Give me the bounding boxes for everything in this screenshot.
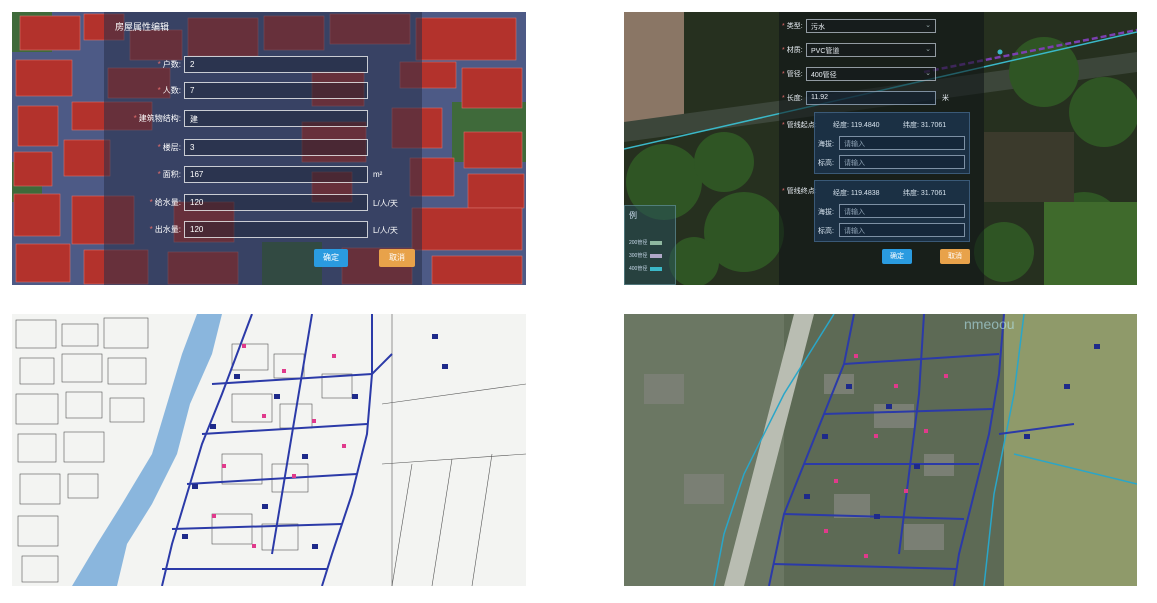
end-point-box: 经度: 119.4838 纬度: 31.7061 海拔: 请输入 标高: 请输入 bbox=[814, 180, 970, 242]
field-households: * 户数: 2 bbox=[12, 56, 526, 74]
legend-title: 例 bbox=[629, 211, 637, 220]
area-input[interactable]: 167 bbox=[184, 166, 368, 183]
water-output-input[interactable]: 120 bbox=[184, 221, 368, 238]
start-point-box: 经度: 119.4840 纬度: 31.7061 海拔: 请输入 标高: 请输入 bbox=[814, 112, 970, 174]
floors-input[interactable]: 3 bbox=[184, 139, 368, 156]
material-label: 材质: bbox=[786, 47, 803, 54]
water-supply-label: 给水量: bbox=[154, 198, 181, 207]
end-height-label: 标高: bbox=[818, 228, 834, 235]
map-watermark: nmeoou bbox=[964, 316, 1015, 332]
pipeline-edit-panel: * 类型: 污水 ⌄ * 材质: PVC管道 ⌄ * 管径: 400管径 ⌄ * 长度: 11… bbox=[624, 12, 1137, 285]
material-select[interactable]: PVC管道 ⌄ bbox=[806, 43, 936, 57]
people-input[interactable]: 7 bbox=[184, 82, 368, 99]
end-longitude: 经度: 119.4838 bbox=[833, 190, 880, 197]
chevron-down-icon: ⌄ bbox=[925, 22, 931, 29]
floors-label: 楼层: bbox=[162, 143, 181, 152]
area-unit: m² bbox=[373, 170, 383, 179]
legend-item-200: 200管径 bbox=[629, 240, 648, 246]
diameter-label: 管径: bbox=[786, 71, 803, 78]
diameter-select[interactable]: 400管径 ⌄ bbox=[806, 67, 936, 81]
field-structure: * 建筑物结构: 建 bbox=[12, 110, 526, 128]
area-label: 面积: bbox=[162, 170, 181, 179]
end-latitude: 纬度: 31.7061 bbox=[903, 190, 947, 197]
start-height-label: 标高: bbox=[818, 160, 834, 167]
end-elevation-input[interactable]: 请输入 bbox=[839, 204, 965, 218]
legend-item-400: 400管径 bbox=[629, 266, 648, 272]
field-water-output: * 出水量: 120 L/人/天 bbox=[12, 221, 526, 239]
households-input[interactable]: 2 bbox=[184, 56, 368, 73]
water-supply-unit: L/人/天 bbox=[373, 199, 398, 208]
start-height-input[interactable]: 请输入 bbox=[839, 155, 965, 169]
length-unit: 米 bbox=[942, 95, 949, 102]
pipe-legend: 例 200管径 300管径 400管径 bbox=[624, 205, 676, 285]
start-point-label: 管线起点: bbox=[786, 122, 817, 129]
chevron-down-icon: ⌄ bbox=[925, 70, 931, 77]
structure-label: 建筑物结构: bbox=[138, 114, 181, 123]
house-edit-panel: 房屋属性编辑 * 户数: 2 * 人数: 7 * 建筑物结构: 建 * 楼层: 3 * 面… bbox=[12, 12, 526, 285]
cadastral-map bbox=[12, 314, 526, 586]
dialog-title: 房屋属性编辑 bbox=[115, 22, 170, 32]
length-label: 长度: bbox=[786, 95, 803, 102]
type-select[interactable]: 污水 ⌄ bbox=[806, 19, 936, 33]
satellite-map bbox=[624, 314, 1137, 586]
field-area: * 面积: 167 m² bbox=[12, 166, 526, 184]
legend-item-300: 300管径 bbox=[629, 253, 648, 259]
cancel-button[interactable]: 取消 bbox=[379, 249, 415, 267]
confirm-button[interactable]: 确定 bbox=[882, 249, 912, 264]
confirm-button[interactable]: 确定 bbox=[314, 249, 348, 267]
water-supply-input[interactable]: 120 bbox=[184, 194, 368, 211]
end-height-input[interactable]: 请输入 bbox=[839, 223, 965, 237]
end-elevation-label: 海拔: bbox=[818, 209, 834, 216]
pipe-network-satellite-map[interactable]: nmeoou bbox=[624, 314, 1137, 586]
length-input[interactable]: 11.92 bbox=[806, 91, 936, 105]
cancel-button[interactable]: 取消 bbox=[940, 249, 970, 264]
water-output-unit: L/人/天 bbox=[373, 226, 398, 235]
field-floors: * 楼层: 3 bbox=[12, 139, 526, 157]
water-output-label: 出水量: bbox=[154, 225, 181, 234]
end-point-label: 管线终点: bbox=[786, 188, 817, 195]
pipe-network-cadastral-map[interactable] bbox=[12, 314, 526, 586]
type-label: 类型: bbox=[786, 23, 803, 30]
field-water-supply: * 给水量: 120 L/人/天 bbox=[12, 194, 526, 212]
chevron-down-icon: ⌄ bbox=[925, 46, 931, 53]
start-elevation-input[interactable]: 请输入 bbox=[839, 136, 965, 150]
field-people: * 人数: 7 bbox=[12, 82, 526, 100]
households-label: 户数: bbox=[162, 60, 181, 69]
people-label: 人数: bbox=[162, 86, 181, 95]
start-latitude: 纬度: 31.7061 bbox=[903, 122, 947, 129]
structure-select[interactable]: 建 bbox=[184, 110, 368, 127]
start-longitude: 经度: 119.4840 bbox=[833, 122, 880, 129]
start-elevation-label: 海拔: bbox=[818, 141, 834, 148]
